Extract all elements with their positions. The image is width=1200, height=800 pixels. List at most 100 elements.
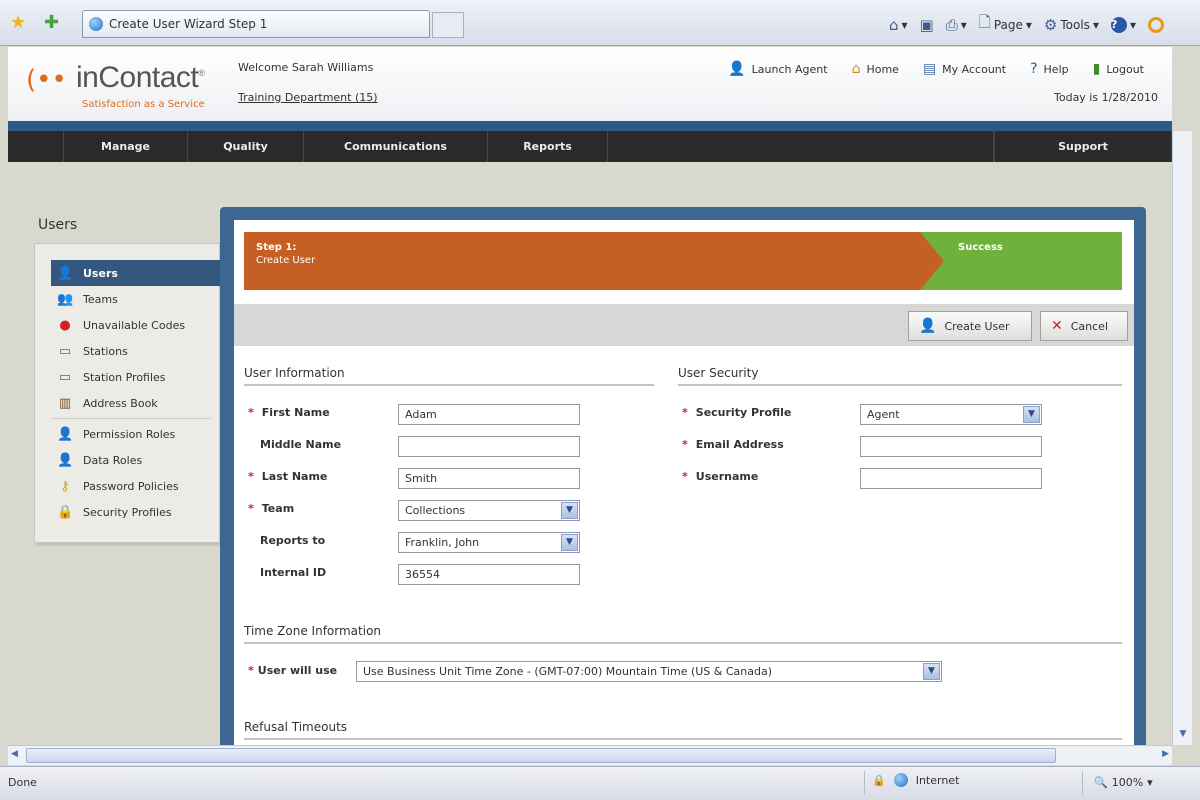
zoom-control[interactable]: 🔍 100% ▾: [1094, 776, 1153, 789]
home-command[interactable]: ⌂ ▾: [889, 16, 908, 34]
logo-text: inContact®: [76, 61, 205, 94]
page-globe-icon: [89, 17, 103, 31]
page-menu[interactable]: 🗋 Page ▾: [979, 12, 1032, 37]
username-field[interactable]: [860, 468, 1042, 489]
sidebar-item-unavailable-codes[interactable]: ● Unavailable Codes: [51, 312, 219, 338]
security-zone[interactable]: 🔒 Internet: [872, 773, 959, 787]
nav-manage[interactable]: Manage: [64, 131, 188, 162]
help-circle-icon: ?: [1030, 61, 1038, 77]
security-profile-label: * Security Profile: [682, 406, 792, 419]
new-tab-button[interactable]: [432, 12, 464, 38]
logo-tagline: Satisfaction as a Service: [82, 99, 205, 110]
users-icon: 👤: [57, 265, 74, 281]
permission-roles-icon: 👤: [57, 426, 74, 442]
last-name-field[interactable]: Smith: [398, 468, 580, 489]
sidebar-item-permission-roles[interactable]: 👤 Permission Roles: [51, 421, 219, 447]
user-will-use-label: * User will use: [248, 664, 338, 677]
internet-globe-icon: [893, 773, 908, 787]
scroll-right-icon[interactable]: ▶: [1162, 749, 1169, 759]
sidebar-title: Users: [38, 217, 78, 233]
create-user-button[interactable]: 👤 Create User: [908, 311, 1032, 341]
unavailable-codes-icon: ●: [59, 317, 71, 333]
status-bar: Done 🔒 Internet 🔍 100% ▾: [0, 766, 1200, 800]
chevron-down-icon[interactable]: ▼: [561, 502, 578, 519]
scroll-left-icon[interactable]: ◀: [11, 749, 18, 759]
wizard-step-success: Success: [920, 232, 1122, 290]
add-favorites-icon[interactable]: ✚: [44, 12, 59, 33]
sidebar-item-password-policies[interactable]: ⚷ Password Policies: [51, 473, 219, 499]
research-command[interactable]: [1148, 16, 1164, 33]
tools-menu-label: Tools: [1060, 17, 1090, 32]
logout-link[interactable]: ▮ Logout: [1093, 61, 1144, 77]
favorites-star-icon[interactable]: ★: [10, 12, 26, 33]
sidebar-item-station-profiles[interactable]: ▭ Station Profiles: [51, 364, 219, 390]
help-link[interactable]: ? Help: [1030, 61, 1069, 77]
account-icon: ▤: [922, 61, 937, 77]
zoom-icon: 🔍: [1094, 776, 1108, 789]
sidebar-item-data-roles[interactable]: 👤 Data Roles: [51, 447, 219, 473]
house-icon: ⌂: [851, 61, 861, 77]
help-menu[interactable]: ? ▾: [1110, 16, 1136, 33]
status-divider: [1082, 771, 1083, 795]
nav-reports[interactable]: Reports: [488, 131, 608, 162]
team-select[interactable]: Collections ▼: [398, 500, 580, 521]
middle-name-field[interactable]: [398, 436, 580, 457]
tools-menu[interactable]: ⚙ Tools ▾: [1044, 16, 1099, 34]
action-bar: 👤 Create User ✕ Cancel: [234, 304, 1134, 346]
launch-agent-link[interactable]: 👤 Launch Agent: [728, 61, 827, 77]
internal-id-field[interactable]: 36554: [398, 564, 580, 585]
welcome-text: Welcome Sarah Williams: [238, 61, 374, 74]
logo-mark-icon: (••: [26, 65, 67, 95]
zone-label: Internet: [915, 773, 960, 787]
wizard-step-success-title: Success: [958, 242, 1003, 253]
sidebar-item-teams[interactable]: 👥 Teams: [51, 286, 219, 312]
chevron-down-icon[interactable]: ▼: [923, 663, 940, 680]
nav-support[interactable]: Support: [994, 131, 1172, 162]
first-name-label: * First Name: [248, 406, 330, 419]
required-marker: *: [248, 406, 254, 419]
nav-communications[interactable]: Communications: [304, 131, 488, 162]
nav-quality[interactable]: Quality: [188, 131, 304, 162]
wizard-steps: Step 1: Create User Success: [244, 232, 1122, 290]
team-label: * Team: [248, 502, 295, 515]
username-label: * Username: [682, 470, 759, 483]
research-icon: [1148, 16, 1164, 33]
feeds-command[interactable]: ▣: [920, 16, 934, 34]
zoom-dropdown-icon[interactable]: ▾: [1147, 776, 1153, 789]
reports-to-select[interactable]: Franklin, John ▼: [398, 532, 580, 553]
wizard-step-1-title: Step 1:: [256, 242, 297, 253]
vertical-scrollbar[interactable]: ▼: [1172, 131, 1192, 745]
sidebar-item-address-book[interactable]: ▥ Address Book: [51, 390, 219, 416]
data-roles-icon: 👤: [57, 452, 74, 468]
header-links: 👤 Launch Agent ⌂ Home ▤ My Account ? Help ▮ L…: [728, 61, 1144, 77]
sidebar-item-users[interactable]: 👤 Users: [51, 260, 220, 286]
my-account-link[interactable]: ▤ My Account: [923, 61, 1006, 77]
security-profile-select[interactable]: Agent ▼: [860, 404, 1042, 425]
nav-spacer: [8, 131, 64, 162]
stations-icon: ▭: [58, 343, 72, 359]
required-marker: *: [248, 664, 254, 677]
browser-tab[interactable]: Create User Wizard Step 1: [82, 10, 430, 38]
horizontal-scroll-thumb[interactable]: [26, 748, 1056, 763]
first-name-field[interactable]: Adam: [398, 404, 580, 425]
sidebar-item-security-profiles[interactable]: 🔒 Security Profiles: [51, 499, 219, 525]
zoom-level: 100%: [1111, 776, 1144, 789]
chevron-down-icon[interactable]: ▼: [561, 534, 578, 551]
horizontal-scrollbar[interactable]: ◀ ▶: [8, 745, 1172, 765]
sidebar: 👤 Users 👥 Teams ● Unavailable Codes ▭ Statio…: [34, 243, 220, 543]
chevron-down-icon[interactable]: ▼: [1023, 406, 1040, 423]
sidebar-item-stations[interactable]: ▭ Stations: [51, 338, 219, 364]
department-link[interactable]: Training Department (15): [238, 91, 378, 104]
time-zone-select[interactable]: Use Business Unit Time Zone - (GMT-07:00…: [356, 661, 942, 682]
home-link[interactable]: ⌂ Home: [852, 61, 899, 77]
page-icon: 🗋: [978, 13, 991, 31]
email-field[interactable]: [860, 436, 1042, 457]
wizard-arrow: [920, 232, 944, 290]
page-menu-label: Page: [993, 17, 1023, 32]
wizard-step-1: Step 1: Create User: [244, 232, 944, 290]
print-command[interactable]: ⎙ ▾: [946, 16, 967, 34]
time-zone-value: Use Business Unit Time Zone - (GMT-07:00…: [363, 665, 772, 678]
cancel-button[interactable]: ✕ Cancel: [1040, 311, 1128, 341]
scroll-down-icon[interactable]: ▼: [1176, 729, 1190, 743]
home-icon: ⌂: [888, 15, 899, 34]
